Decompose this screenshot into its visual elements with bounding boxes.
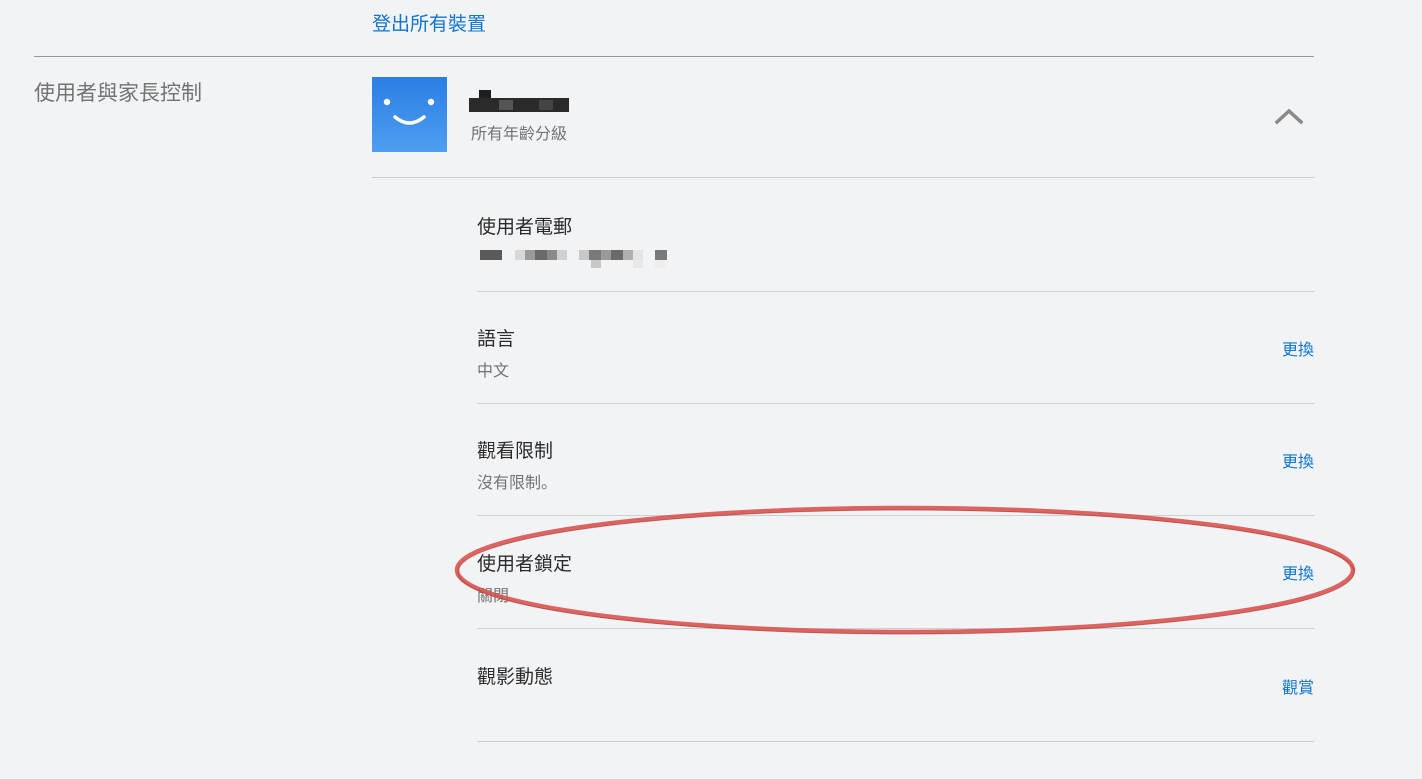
viewing-restrictions-value: 沒有限制。: [477, 473, 558, 492]
language-label: 語言: [477, 328, 516, 350]
section-divider: [34, 56, 1314, 57]
language-value: 中文: [477, 361, 510, 380]
change-language-link[interactable]: 更換: [1282, 336, 1314, 360]
settings-row-profile-lock: 使用者鎖定 關閉 更換: [477, 517, 1314, 629]
profile-name-redacted: [469, 90, 569, 112]
chevron-up-icon[interactable]: [1274, 104, 1304, 126]
viewing-activity-label: 觀影動態: [477, 666, 554, 688]
profile-lock-label: 使用者鎖定: [477, 553, 573, 575]
profile-avatar[interactable]: [372, 77, 447, 152]
profile-maturity-label: 所有年齡分級: [471, 124, 568, 143]
email-label: 使用者電郵: [477, 216, 573, 238]
change-viewing-restrictions-link[interactable]: 更換: [1282, 448, 1314, 472]
row-divider: [477, 628, 1314, 629]
signout-all-devices-link[interactable]: 登出所有裝置: [372, 9, 486, 36]
view-viewing-activity-link[interactable]: 觀賞: [1282, 674, 1314, 698]
change-profile-lock-link[interactable]: 更換: [1282, 560, 1314, 584]
viewing-restrictions-label: 觀看限制: [477, 440, 554, 462]
smiley-face-icon: [383, 98, 435, 125]
profile-divider: [372, 177, 1314, 178]
account-page: 登出所有裝置 使用者與家長控制 所有年齡分級 使用者電郵 語言 中文 更換 觀看…: [0, 0, 1422, 779]
section-title: 使用者與家長控制: [34, 81, 202, 105]
settings-row-viewing-restrictions: 觀看限制 沒有限制。 更換: [477, 404, 1314, 516]
row-divider: [477, 515, 1314, 516]
profile-lock-value: 關閉: [477, 586, 510, 605]
settings-row-email: 使用者電郵: [477, 180, 1314, 292]
row-divider: [477, 741, 1314, 742]
settings-row-viewing-activity: 觀影動態 觀賞: [477, 630, 1314, 742]
email-value-redacted: [477, 246, 677, 270]
settings-row-language: 語言 中文 更換: [477, 292, 1314, 404]
